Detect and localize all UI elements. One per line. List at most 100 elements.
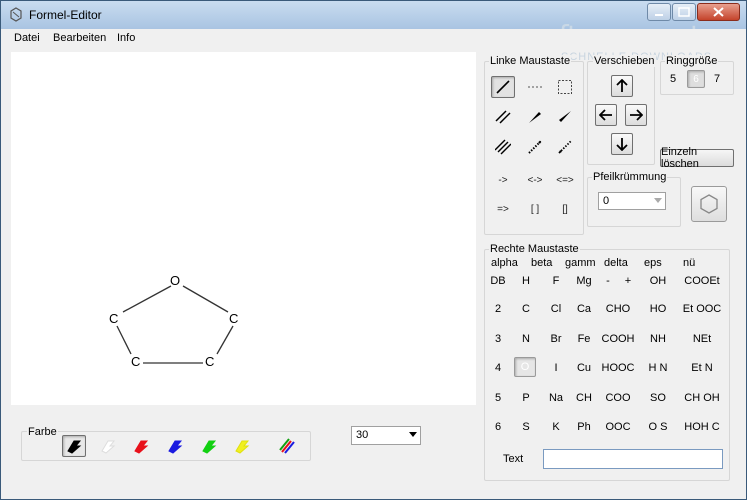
atom-c-left[interactable]: C (109, 311, 118, 326)
pen-white[interactable] (96, 435, 120, 457)
pen-blue[interactable] (163, 435, 187, 457)
sym-plus[interactable]: + (625, 275, 631, 287)
greek-delta[interactable]: delta (604, 257, 628, 269)
tool-brackets[interactable]: [] (553, 198, 577, 220)
sym-5[interactable]: 5 (495, 392, 501, 404)
maximize-button[interactable] (672, 3, 696, 21)
tool-arrow-right[interactable]: -> (491, 169, 515, 191)
tool-brackets-spaced[interactable]: [ ] (523, 198, 547, 220)
ring-insert-button[interactable] (691, 186, 727, 222)
sym-s[interactable]: S (522, 421, 529, 433)
sym-na[interactable]: Na (549, 392, 563, 404)
sym-os[interactable]: O S (649, 421, 668, 433)
sym-mg[interactable]: Mg (576, 275, 591, 287)
sym-coo[interactable]: COO (605, 392, 630, 404)
sym-o[interactable]: O (514, 357, 536, 377)
pen-multicolor[interactable] (276, 435, 300, 457)
sym-ph[interactable]: Ph (577, 421, 590, 433)
pen-yellow[interactable] (230, 435, 254, 457)
sym-cl[interactable]: Cl (551, 303, 561, 315)
move-up-button[interactable] (611, 75, 633, 97)
sym-6[interactable]: 6 (495, 421, 501, 433)
ring-size-5[interactable]: 5 (670, 73, 676, 85)
tool-triple-bond[interactable] (491, 136, 515, 158)
minimize-button[interactable] (647, 3, 671, 21)
pen-green[interactable] (197, 435, 221, 457)
menu-bearbeiten[interactable]: Bearbeiten (53, 32, 106, 44)
sym-h[interactable]: H (522, 275, 530, 287)
sym-etooc[interactable]: Et OOC (683, 303, 722, 315)
sym-ho[interactable]: HO (650, 303, 667, 315)
atom-o[interactable]: O (170, 273, 180, 288)
greek-beta[interactable]: beta (531, 257, 552, 269)
sym-so[interactable]: SO (650, 392, 666, 404)
move-right-button[interactable] (625, 104, 647, 126)
atom-c-bottom-left[interactable]: C (131, 354, 140, 369)
move-down-button[interactable] (611, 133, 633, 155)
tool-hashed-wedge-reverse[interactable] (553, 136, 577, 158)
pen-black[interactable] (62, 435, 86, 457)
drawing-canvas[interactable]: O C C C C (11, 52, 476, 405)
molecule-bonds (116, 285, 234, 364)
tool-arrow-both[interactable]: <-> (523, 169, 547, 191)
sym-2[interactable]: 2 (495, 303, 501, 315)
sym-p[interactable]: P (522, 392, 529, 404)
sym-cho[interactable]: CHO (606, 303, 630, 315)
delete-single-button[interactable]: Einzeln löschen (660, 146, 734, 170)
sym-n[interactable]: N (522, 333, 530, 345)
sym-oh[interactable]: OH (650, 275, 667, 287)
sym-net[interactable]: NEt (693, 333, 711, 345)
sym-cu[interactable]: Cu (577, 362, 591, 374)
sym-cooet[interactable]: COOEt (684, 275, 719, 287)
sym-cooh[interactable]: COOH (602, 333, 635, 345)
sym-etn[interactable]: Et N (691, 362, 712, 374)
title-bar[interactable]: Formel-Editor soft·ware.net SCHNELLE DOW… (1, 1, 746, 63)
sym-c[interactable]: C (522, 303, 530, 315)
hashed-wedge-icon (528, 140, 542, 154)
sym-4[interactable]: 4 (495, 362, 501, 374)
tool-arrow-equilibrium[interactable]: <=> (553, 169, 577, 191)
sym-hn[interactable]: H N (649, 362, 668, 374)
pen-red[interactable] (129, 435, 153, 457)
text-input[interactable] (543, 449, 723, 469)
sym-fe[interactable]: Fe (578, 333, 591, 345)
greek-eps[interactable]: eps (644, 257, 662, 269)
tool-dotted-bond[interactable] (523, 76, 547, 98)
tool-wedge-bond-reverse[interactable] (553, 106, 577, 128)
move-left-button[interactable] (595, 104, 617, 126)
atom-c-bottom-right[interactable]: C (205, 354, 214, 369)
sym-br[interactable]: Br (551, 333, 562, 345)
sym-ch[interactable]: CH (576, 392, 592, 404)
sym-ca[interactable]: Ca (577, 303, 591, 315)
sym-hohc[interactable]: HOH C (684, 421, 719, 433)
tool-hashed-wedge[interactable] (523, 136, 547, 158)
greek-alpha[interactable]: alpha (491, 257, 518, 269)
sym-ooc[interactable]: OOC (605, 421, 630, 433)
tool-selection-rect[interactable] (553, 76, 577, 98)
sym-f[interactable]: F (553, 275, 560, 287)
menu-info[interactable]: Info (117, 32, 135, 44)
sym-nh[interactable]: NH (650, 333, 666, 345)
ring-size-6[interactable]: 6 (687, 70, 705, 88)
dotted-bond-icon (528, 86, 542, 88)
sym-db[interactable]: DB (490, 275, 505, 287)
tool-wedge-bond[interactable] (523, 106, 547, 128)
tool-arrow-double[interactable]: => (491, 198, 515, 220)
menu-datei[interactable]: Datei (14, 32, 40, 44)
greek-gamma[interactable]: gamm (565, 257, 596, 269)
atom-c-right[interactable]: C (229, 311, 238, 326)
font-size-select[interactable]: 30 (351, 426, 421, 445)
sym-choh[interactable]: CH OH (684, 392, 719, 404)
ring-size-7[interactable]: 7 (714, 73, 720, 85)
sym-i[interactable]: I (554, 362, 557, 374)
sym-k[interactable]: K (552, 421, 559, 433)
arrow-curvature-select[interactable]: 0 (598, 192, 666, 210)
tool-single-bond[interactable] (491, 76, 515, 98)
close-button[interactable] (697, 3, 740, 21)
greek-nu[interactable]: nü (683, 257, 695, 269)
sym-3[interactable]: 3 (495, 333, 501, 345)
sym-hooc[interactable]: HOOC (602, 362, 635, 374)
hashed-wedge-reverse-icon (558, 140, 572, 154)
tool-double-bond[interactable] (491, 106, 515, 128)
sym-minus[interactable]: - (606, 275, 610, 287)
